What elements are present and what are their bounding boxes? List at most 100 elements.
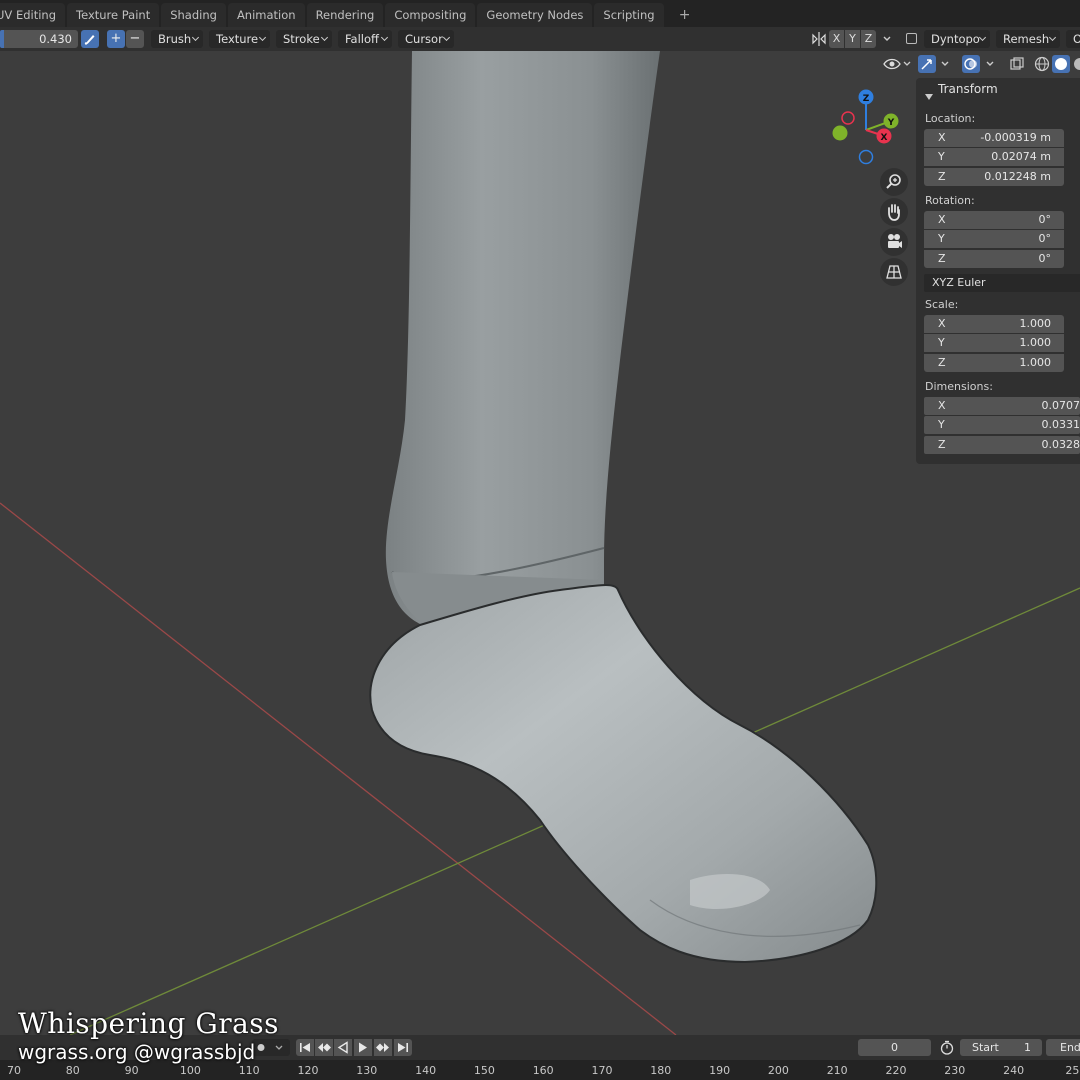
gizmo-neg-x[interactable] <box>841 111 855 125</box>
add-direction-button[interactable]: + <box>107 30 125 48</box>
symmetry-icon[interactable] <box>810 30 828 48</box>
dimensions-z-field[interactable]: Z 0.0328 <box>924 436 1080 454</box>
subtract-direction-button[interactable]: − <box>126 30 144 48</box>
ruler-tick: 170 <box>591 1064 613 1077</box>
gizmo-x-label: X <box>881 133 888 143</box>
chevron-down-icon[interactable] <box>983 55 997 73</box>
xray-icon[interactable] <box>1008 55 1026 73</box>
chevron-down-icon[interactable] <box>938 55 952 73</box>
scale-x-field[interactable]: X 1.000 <box>924 315 1064 333</box>
rotation-y-field[interactable]: Y 0° <box>924 230 1064 248</box>
location-z-field[interactable]: Z 0.012248 m <box>924 168 1064 186</box>
scale-z-field[interactable]: Z 1.000 <box>924 354 1064 372</box>
ruler-tick: 120 <box>297 1064 319 1077</box>
ruler-tick: 240 <box>1003 1064 1025 1077</box>
ruler-tick: 70 <box>7 1064 21 1077</box>
solid-shading-icon[interactable] <box>1052 55 1070 73</box>
texture-menu[interactable]: Texture <box>209 30 270 48</box>
pan-hand-icon[interactable] <box>880 198 908 226</box>
prev-keyframe-button[interactable] <box>315 1039 333 1056</box>
play-button[interactable] <box>354 1039 372 1056</box>
start-value: 1 <box>1024 1041 1031 1054</box>
foot-mesh <box>369 584 878 964</box>
current-frame-field[interactable]: 0 <box>858 1039 931 1056</box>
tool-header: 0.430 + − Brush Texture Stroke Falloff C… <box>0 27 1080 51</box>
rotation-mode-select[interactable]: XYZ Euler <box>924 274 1080 292</box>
dimensions-label: Dimensions: <box>925 380 993 393</box>
gizmo-y-label: Y <box>887 118 895 128</box>
tab-scripting[interactable]: Scripting <box>594 3 664 27</box>
tab-shading[interactable]: Shading <box>161 3 226 27</box>
ruler-tick: 140 <box>415 1064 437 1077</box>
material-shading-icon[interactable] <box>1071 55 1080 73</box>
falloff-menu[interactable]: Falloff <box>338 30 392 48</box>
ruler-tick: 180 <box>650 1064 672 1077</box>
gizmo-toggle-icon[interactable] <box>918 55 936 73</box>
dyntopo-checkbox[interactable] <box>906 33 917 44</box>
ruler-tick: 90 <box>124 1064 139 1077</box>
end-frame-field[interactable]: End <box>1046 1039 1080 1056</box>
dyntopo-menu[interactable]: Dyntopo <box>924 30 990 48</box>
location-label: Location: <box>925 112 976 125</box>
ruler-tick: 230 <box>944 1064 966 1077</box>
start-frame-field[interactable]: Start 1 <box>960 1039 1042 1056</box>
tab-geometry-nodes[interactable]: Geometry Nodes <box>477 3 593 27</box>
transform-panel: Transform Location: X -0.000319 m Y 0.0207… <box>916 78 1080 464</box>
end-label: End <box>1060 1041 1080 1054</box>
rotation-label: Rotation: <box>925 194 975 207</box>
watermark-subtitle: wgrass.org @wgrassbjd <box>18 1040 256 1064</box>
ruler-tick: 190 <box>709 1064 731 1077</box>
cursor-menu[interactable]: Cursor <box>398 30 454 48</box>
ruler-tick: 200 <box>767 1064 789 1077</box>
brush-menu[interactable]: Brush <box>151 30 203 48</box>
workspace-tabs: UV Editing Texture Paint Shading Animati… <box>0 0 1080 27</box>
ruler-tick: 25 <box>1065 1064 1080 1077</box>
mirror-x-button[interactable]: X <box>829 30 844 48</box>
rotation-z-field[interactable]: Z 0° <box>924 250 1064 268</box>
gizmo-neg-z[interactable] <box>858 149 874 165</box>
stopwatch-icon[interactable] <box>938 1039 956 1056</box>
tab-rendering[interactable]: Rendering <box>306 3 384 27</box>
dimensions-x-field[interactable]: X 0.0707 <box>924 397 1080 415</box>
zoom-icon[interactable] <box>880 168 908 196</box>
camera-icon[interactable] <box>880 228 908 256</box>
chevron-down-icon[interactable] <box>880 30 894 48</box>
dimensions-y-field[interactable]: Y 0.0331 <box>924 416 1080 434</box>
pressure-pen-icon[interactable] <box>81 30 99 48</box>
ruler-tick: 210 <box>826 1064 848 1077</box>
tab-animation[interactable]: Animation <box>227 3 305 27</box>
next-keyframe-button[interactable] <box>374 1039 392 1056</box>
gizmo-neg-y[interactable] <box>832 125 848 141</box>
jump-start-button[interactable] <box>296 1039 314 1056</box>
jump-end-button[interactable] <box>394 1039 412 1056</box>
ruler-tick: 130 <box>356 1064 378 1077</box>
visibility-icon[interactable] <box>882 55 912 73</box>
location-x-field[interactable]: X -0.000319 m <box>924 129 1064 147</box>
gizmo-z-label: Z <box>863 94 870 104</box>
scale-y-field[interactable]: Y 1.000 <box>924 334 1064 352</box>
start-label: Start <box>972 1041 999 1054</box>
remesh-menu[interactable]: Remesh <box>996 30 1060 48</box>
perspective-grid-icon[interactable] <box>880 258 908 286</box>
strength-field[interactable]: 0.430 <box>0 30 78 48</box>
location-y-field[interactable]: Y 0.02074 m <box>924 148 1064 166</box>
rotation-x-field[interactable]: X 0° <box>924 211 1064 229</box>
strength-value: 0.430 <box>39 32 72 46</box>
tab-compositing[interactable]: Compositing <box>385 3 476 27</box>
navigation-gizmo[interactable]: Z Y X <box>832 89 899 165</box>
mirror-z-button[interactable]: Z <box>861 30 876 48</box>
overlays-icon[interactable] <box>962 55 980 73</box>
leg-mesh <box>385 51 660 628</box>
tab-uv-editing[interactable]: UV Editing <box>0 3 65 27</box>
options-menu[interactable]: O <box>1066 30 1080 48</box>
play-reverse-button[interactable] <box>334 1039 352 1056</box>
watermark: Whispering Grass wgrass.org @wgrassbjd <box>18 1008 279 1065</box>
strength-fill <box>0 30 4 48</box>
stroke-menu[interactable]: Stroke <box>276 30 332 48</box>
ruler-tick: 160 <box>532 1064 554 1077</box>
wireframe-shading-icon[interactable] <box>1033 55 1051 73</box>
tab-texture-paint[interactable]: Texture Paint <box>67 3 160 27</box>
collapse-triangle-icon[interactable] <box>925 86 933 105</box>
mirror-y-button[interactable]: Y <box>845 30 860 48</box>
add-workspace-icon[interactable]: + <box>666 3 704 27</box>
